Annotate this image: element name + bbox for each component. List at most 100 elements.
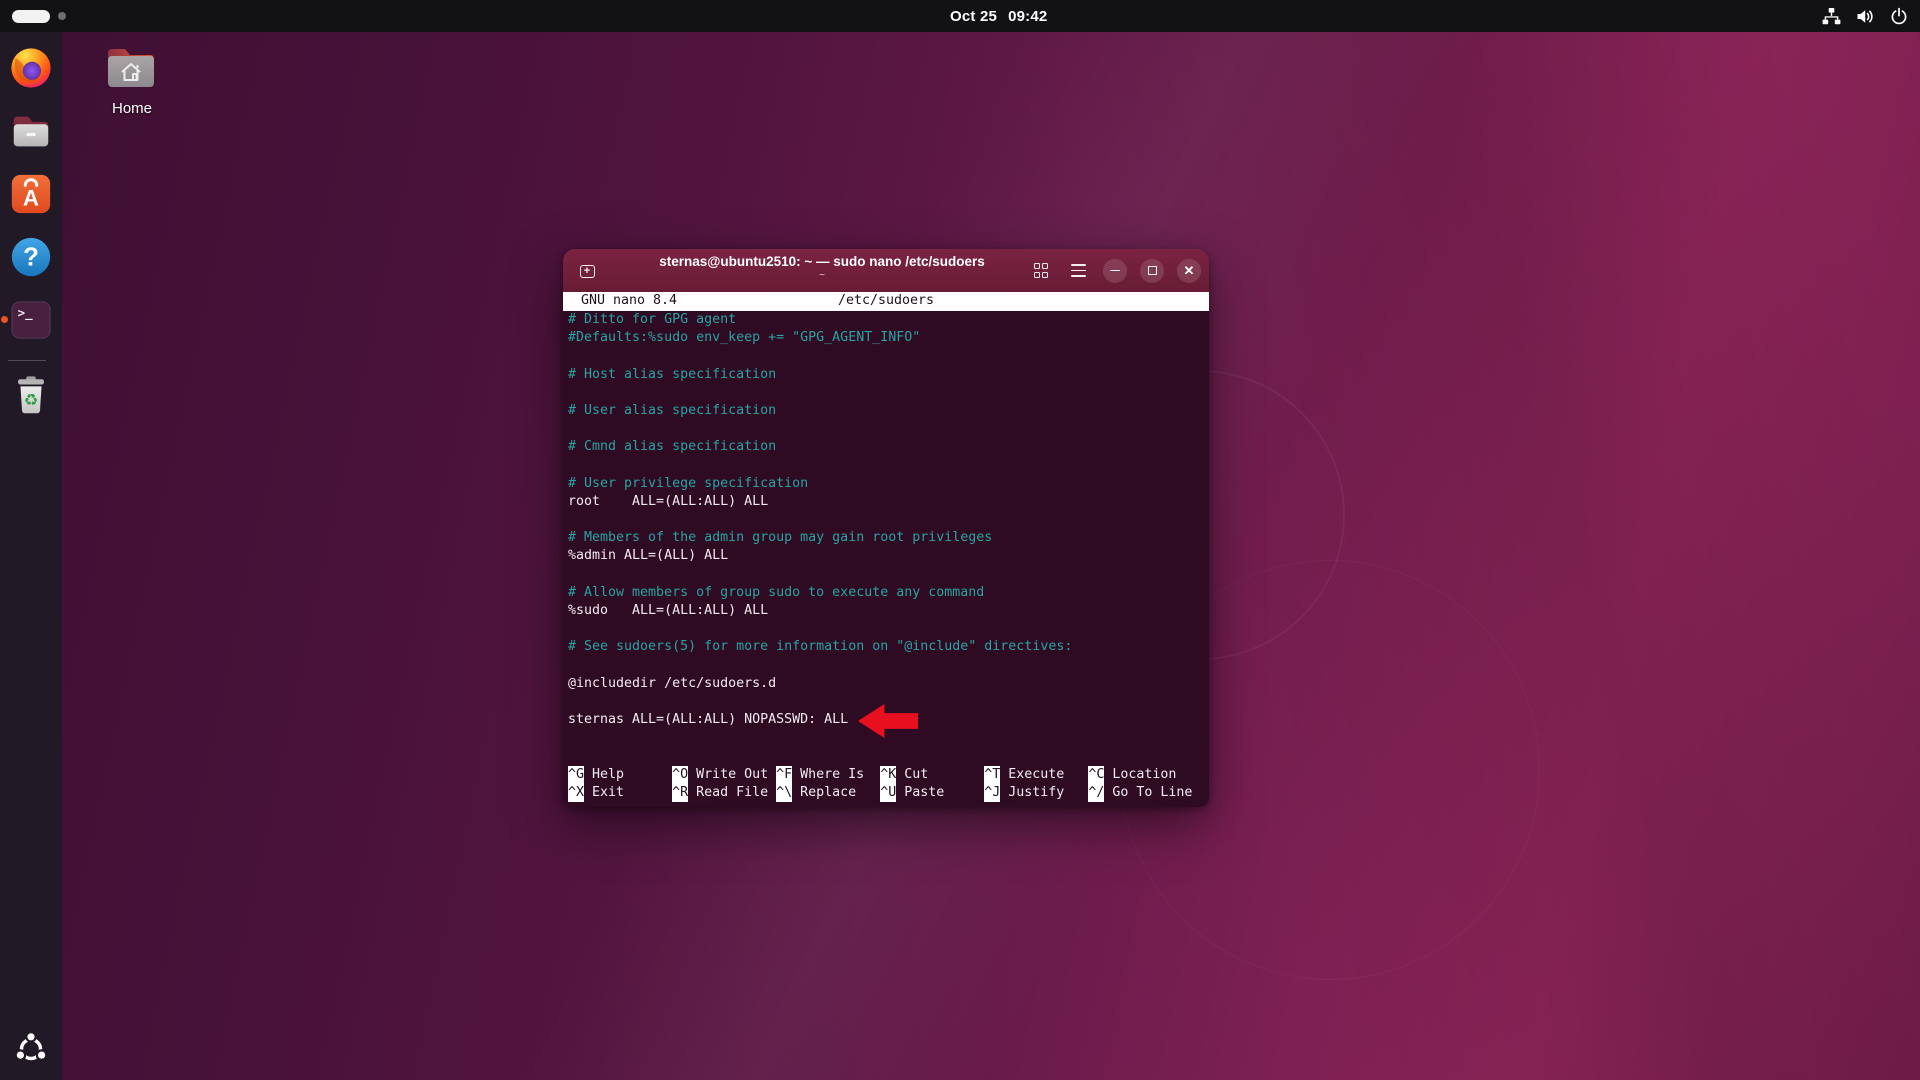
- new-tab-button[interactable]: +: [575, 259, 599, 283]
- shortcut-label: Where Is: [800, 767, 864, 782]
- shortcut-key: ^/: [1088, 784, 1104, 802]
- nano-shortcut: ^C Location: [1088, 766, 1192, 784]
- editor-line[interactable]: # Allow members of group sudo to execute…: [568, 584, 1209, 602]
- clock-time: 09:42: [1008, 8, 1047, 25]
- svg-text:?: ?: [23, 244, 39, 272]
- editor-line[interactable]: #Defaults:%sudo env_keep += "GPG_AGENT_I…: [568, 329, 1209, 347]
- power-icon: [1890, 7, 1908, 25]
- dock-item-firefox[interactable]: [8, 45, 54, 91]
- shortcut-label: Help: [592, 767, 624, 782]
- menu-button[interactable]: [1066, 259, 1090, 283]
- shortcut-label: Read File: [696, 785, 768, 800]
- editor-line[interactable]: %sudo ALL=(ALL:ALL) ALL: [568, 602, 1209, 620]
- close-icon: ✕: [1184, 264, 1195, 277]
- editor-line[interactable]: # Cmnd alias specification: [568, 438, 1209, 456]
- nano-shortcut: ^R Read File: [672, 784, 776, 802]
- home-icon-label: Home: [98, 100, 166, 117]
- shortcut-key: ^G: [568, 766, 584, 784]
- show-apps-button[interactable]: [14, 1032, 48, 1066]
- tabs-grid-icon: [1034, 263, 1049, 278]
- shortcut-key: ^\: [776, 784, 792, 802]
- editor-content[interactable]: # Ditto for GPG agent#Defaults:%sudo env…: [563, 311, 1209, 729]
- maximize-icon: [1148, 266, 1157, 275]
- hamburger-icon: [1071, 264, 1086, 276]
- editor-line[interactable]: # Members of the admin group may gain ro…: [568, 529, 1209, 547]
- nano-shortcut: ^/ Go To Line: [1088, 784, 1192, 802]
- shortcut-key: ^C: [1088, 766, 1104, 784]
- shortcut-label: Write Out: [696, 767, 768, 782]
- minimize-button[interactable]: [1103, 259, 1127, 283]
- desktop-home-icon[interactable]: Home: [98, 44, 166, 117]
- editor-line[interactable]: [568, 511, 1209, 529]
- editor-line[interactable]: [568, 693, 1209, 711]
- nano-shortcut: ^TExecute: [984, 766, 1088, 784]
- shortcut-label: Location: [1112, 767, 1176, 782]
- shortcut-key: ^X: [568, 784, 584, 802]
- nano-shortcut: ^U Paste: [880, 784, 984, 802]
- shortcut-label: Cut: [904, 767, 928, 782]
- maximize-button[interactable]: [1140, 259, 1164, 283]
- nano-shortcut: ^O Write Out: [672, 766, 776, 784]
- dock-item-help[interactable]: ?: [8, 234, 54, 280]
- nano-shortcut-bar: ^G Help ^O Write Out ^F Where Is ^K Cut ^TExecut…: [563, 766, 1209, 807]
- nano-shortcut: ^F Where Is: [776, 766, 880, 784]
- shortcut-label: Justify: [1008, 785, 1064, 800]
- editor-line[interactable]: # Ditto for GPG agent: [568, 311, 1209, 329]
- system-status-area[interactable]: [1822, 0, 1908, 32]
- dock-item-terminal[interactable]: >_: [8, 297, 54, 343]
- shortcut-key: ^F: [776, 766, 792, 784]
- shortcut-key: ^U: [880, 784, 896, 802]
- workspace-pill-active: [12, 10, 50, 23]
- nano-shortcut: ^G Help: [568, 766, 672, 784]
- shortcut-label: Replace: [800, 785, 856, 800]
- workspace-dot: [58, 12, 66, 20]
- editor-line[interactable]: @includedir /etc/sudoers.d: [568, 675, 1209, 693]
- tabs-overview-button[interactable]: [1029, 259, 1053, 283]
- volume-icon: [1856, 8, 1875, 25]
- svg-text:A: A: [23, 186, 39, 211]
- window-title: sternas@ubuntu2510: ~ — sudo nano /etc/s…: [659, 254, 985, 269]
- home-folder-icon: [102, 44, 162, 92]
- shortcut-key: ^K: [880, 766, 896, 784]
- editor-line[interactable]: [568, 420, 1209, 438]
- editor-line[interactable]: # User alias specification: [568, 402, 1209, 420]
- editor-line[interactable]: # See sudoers(5) for more information on…: [568, 638, 1209, 656]
- close-button[interactable]: ✕: [1177, 259, 1201, 283]
- titlebar[interactable]: + sternas@ubuntu2510: ~ — sudo nano /etc…: [563, 249, 1209, 292]
- shortcut-label: Execute: [1008, 767, 1064, 782]
- clock-date: Oct 25: [950, 8, 997, 25]
- shortcut-key: ^J: [984, 784, 1000, 802]
- shortcut-key: ^O: [672, 766, 688, 784]
- clock[interactable]: Oct 25 09:42: [950, 0, 1047, 32]
- minimize-icon: [1110, 270, 1120, 272]
- editor-line[interactable]: # User privilege specification: [568, 475, 1209, 493]
- nano-shortcut: ^\ Replace: [776, 784, 880, 802]
- dock-separator: [8, 360, 46, 361]
- shortcut-label: Go To Line: [1112, 785, 1192, 800]
- shortcut-label: Exit: [592, 785, 624, 800]
- window-title-wrap: sternas@ubuntu2510: ~ — sudo nano /etc/s…: [659, 254, 985, 281]
- editor-line[interactable]: root ALL=(ALL:ALL) ALL: [568, 493, 1209, 511]
- editor-line[interactable]: [568, 620, 1209, 638]
- dock-item-trash[interactable]: ♻: [8, 373, 54, 419]
- nano-shortcut: ^K Cut: [880, 766, 984, 784]
- editor-line[interactable]: [568, 657, 1209, 675]
- workspace-indicator[interactable]: [12, 0, 66, 32]
- nano-filename: /etc/sudoers: [563, 292, 1209, 310]
- editor-line[interactable]: %admin ALL=(ALL) ALL: [568, 547, 1209, 565]
- network-icon: [1822, 8, 1841, 25]
- terminal-window: + sternas@ubuntu2510: ~ — sudo nano /etc…: [563, 249, 1209, 807]
- editor-line[interactable]: [568, 384, 1209, 402]
- editor-line[interactable]: [568, 457, 1209, 475]
- editor-line[interactable]: [568, 566, 1209, 584]
- nano-shortcut: ^J Justify: [984, 784, 1088, 802]
- nano-shortcut: ^X Exit: [568, 784, 672, 802]
- editor-line[interactable]: [568, 347, 1209, 365]
- dock-item-files[interactable]: [8, 108, 54, 154]
- shortcut-label: Paste: [904, 785, 944, 800]
- terminal-body[interactable]: GNU nano 8.4 /etc/sudoers # Ditto for GP…: [563, 292, 1209, 807]
- editor-line[interactable]: # Host alias specification: [568, 366, 1209, 384]
- new-tab-icon: +: [580, 265, 595, 278]
- shortcut-key: ^R: [672, 784, 688, 802]
- dock-item-appcenter[interactable]: A: [8, 171, 54, 217]
